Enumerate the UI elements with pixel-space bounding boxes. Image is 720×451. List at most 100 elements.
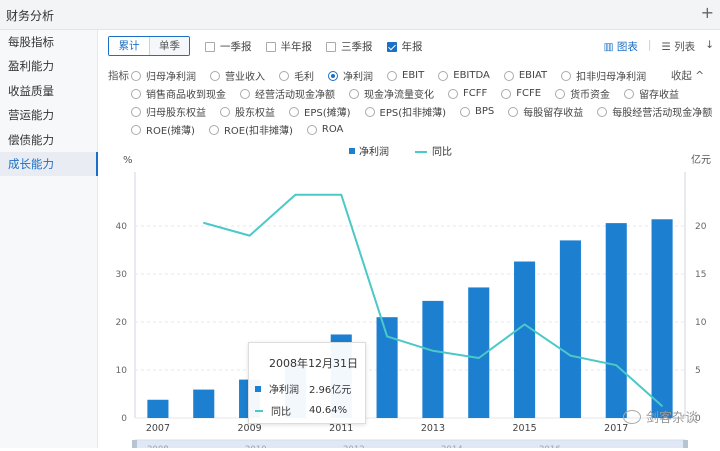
sidebar-item-earnings-quality[interactable]: 收益质量 xyxy=(0,79,97,103)
indicator-option[interactable]: ROA xyxy=(306,122,343,137)
period-label: 半年报 xyxy=(280,41,313,53)
tooltip-date: 2008年12月31日 xyxy=(269,357,358,370)
list-view-button[interactable]: ☰ 列表 xyxy=(661,39,695,54)
radio-dot xyxy=(561,70,572,81)
indicator-label: 每股经营活动现金净额 xyxy=(612,108,713,119)
profit-bar xyxy=(147,399,169,418)
chart-area: 净利润 同比% 亿元 0 10 20 30 40 0 5 10 15 20 2007 2009 2011 201… xyxy=(99,140,720,451)
indicator-option[interactable]: 货币资金 xyxy=(555,86,610,101)
yoy-point xyxy=(477,357,480,359)
radio-dot xyxy=(460,106,470,117)
checkbox-box-checked xyxy=(386,41,397,52)
yoy-point xyxy=(569,354,572,357)
view-toggle: ▥ 图表 | ☰ 列表 ↓ xyxy=(604,39,714,54)
radio-dot xyxy=(501,88,512,99)
indicator-option[interactable]: EPS(扣非摊薄) xyxy=(364,104,447,119)
tooltip-series-value: 40.64% xyxy=(309,405,348,416)
indicator-label: 销售商品收到现金 xyxy=(146,90,226,101)
left-tick-label: 0 xyxy=(121,414,127,424)
watermark-text: 剑客杂谈 xyxy=(645,411,698,426)
indicator-option[interactable]: 扣非归母净利润 xyxy=(561,68,646,83)
indicator-option[interactable]: EPS(摊薄) xyxy=(289,104,351,119)
indicator-option[interactable]: EBIT xyxy=(387,68,424,83)
indicator-label: 归母净利润 xyxy=(146,72,196,83)
indicator-option[interactable]: FCFE xyxy=(501,86,541,101)
line-legend-swatch xyxy=(255,409,263,412)
indicator-option[interactable]: ROE(扣非摊薄) xyxy=(208,122,293,137)
growth-chart: 净利润 同比% 亿元010203040051015202007 2009 2011 201… xyxy=(116,145,711,451)
period-label: 年报 xyxy=(401,41,423,53)
chart-view-button[interactable]: ▥ 图表 xyxy=(604,39,638,54)
single-quarter-button[interactable]: 单季 xyxy=(149,37,189,55)
indicator-option[interactable]: 股东权益 xyxy=(220,104,275,119)
indicator-option[interactable]: 净利润 xyxy=(328,68,373,83)
indicator-option[interactable]: 留存收益 xyxy=(624,86,679,101)
indicator-option[interactable]: BPS xyxy=(460,104,494,119)
profit-bar xyxy=(376,317,398,418)
radio-dot xyxy=(387,70,397,81)
indicator-label: 扣非归母净利润 xyxy=(576,72,647,83)
indicator-option[interactable]: 每股经营活动现金净额 xyxy=(597,104,712,119)
indicator-option[interactable]: ROE(摊薄) xyxy=(131,122,195,137)
period-filters: 一季报 半年报 三季报 年报 xyxy=(205,39,423,54)
indicator-label: EPS(摊薄) xyxy=(304,108,351,119)
period-q1-checkbox[interactable]: 一季报 xyxy=(205,39,252,54)
indicator-option[interactable]: 营业收入 xyxy=(210,68,265,83)
indicator-option[interactable]: EBITDA xyxy=(438,68,490,83)
indicator-label: 货币资金 xyxy=(570,90,611,101)
period-q3-checkbox[interactable]: 三季报 xyxy=(326,39,373,54)
period-annual-checkbox[interactable]: 年报 xyxy=(386,39,423,54)
radio-dot xyxy=(131,106,141,117)
radio-dot xyxy=(438,70,449,81)
radio-dot xyxy=(503,70,514,81)
indicator-label: FCFF xyxy=(463,88,488,99)
profit-bar xyxy=(559,240,581,418)
indicator-row: 归母净利润 营业收入 毛利 净利润 EBIT EBITDA EBIAT 扣非归母净利润 xyxy=(131,68,646,83)
mode-switch: 累计 单季 xyxy=(108,36,190,56)
radio-dot xyxy=(131,70,141,81)
radio-dot xyxy=(220,106,230,117)
collapse-button[interactable]: 收起 ^ xyxy=(671,68,704,83)
radio-dot xyxy=(349,88,359,99)
indicator-label: 留存收益 xyxy=(639,90,680,101)
radio-dot xyxy=(306,124,317,135)
indicator-option[interactable]: 销售商品收到现金 xyxy=(131,86,226,101)
indicator-option[interactable]: 归母股东权益 xyxy=(131,104,206,119)
add-icon[interactable]: + xyxy=(701,3,714,22)
indicator-label: 现金净流量变化 xyxy=(364,90,434,101)
yoy-point xyxy=(432,350,434,352)
indicator-option[interactable]: 毛利 xyxy=(279,68,314,83)
indicator-label: EBIT xyxy=(402,70,425,81)
indicator-option[interactable]: 经营活动现金净额 xyxy=(240,86,335,101)
sidebar-item-per-share[interactable]: 每股指标 xyxy=(0,30,97,54)
tooltip-series-name: 净利润 xyxy=(269,385,299,396)
left-unit-label: % xyxy=(123,155,133,166)
radio-dot xyxy=(210,70,220,81)
radio-dot xyxy=(240,88,250,99)
sidebar-item-growth[interactable]: 成长能力 xyxy=(0,151,98,177)
download-icon[interactable]: ↓ xyxy=(705,39,714,54)
indicator-option[interactable]: 每股留存收益 xyxy=(508,104,583,119)
indicator-label: 经营活动现金净额 xyxy=(255,90,335,101)
yoy-point xyxy=(386,335,388,338)
separator: | xyxy=(647,39,652,51)
sidebar-item-profitability[interactable]: 盈利能力 xyxy=(0,54,97,78)
right-tick-label: 5 xyxy=(695,366,701,376)
left-tick-label: 30 xyxy=(116,270,128,280)
period-half-checkbox[interactable]: 半年报 xyxy=(265,39,313,54)
indicator-option[interactable]: 归母净利润 xyxy=(131,68,196,83)
indicator-option[interactable]: FCFF xyxy=(448,86,487,101)
indicator-label: EPS(扣非摊薄) xyxy=(379,108,447,119)
radio-dot xyxy=(597,106,608,117)
bar-legend-swatch xyxy=(255,385,261,392)
indicator-option[interactable]: EBIAT xyxy=(503,68,547,83)
sidebar-item-operating[interactable]: 营运能力 xyxy=(0,103,97,127)
chart-view-label: 图表 xyxy=(616,41,638,53)
radio-dot xyxy=(364,106,375,117)
indicator-option[interactable]: 现金净流量变化 xyxy=(349,86,434,101)
yoy-point xyxy=(202,222,205,224)
sidebar-item-solvency[interactable]: 偿债能力 xyxy=(0,128,97,152)
indicators-label: 指标 xyxy=(108,70,129,82)
profit-bar xyxy=(514,261,536,418)
cumulative-button[interactable]: 累计 xyxy=(109,37,149,55)
